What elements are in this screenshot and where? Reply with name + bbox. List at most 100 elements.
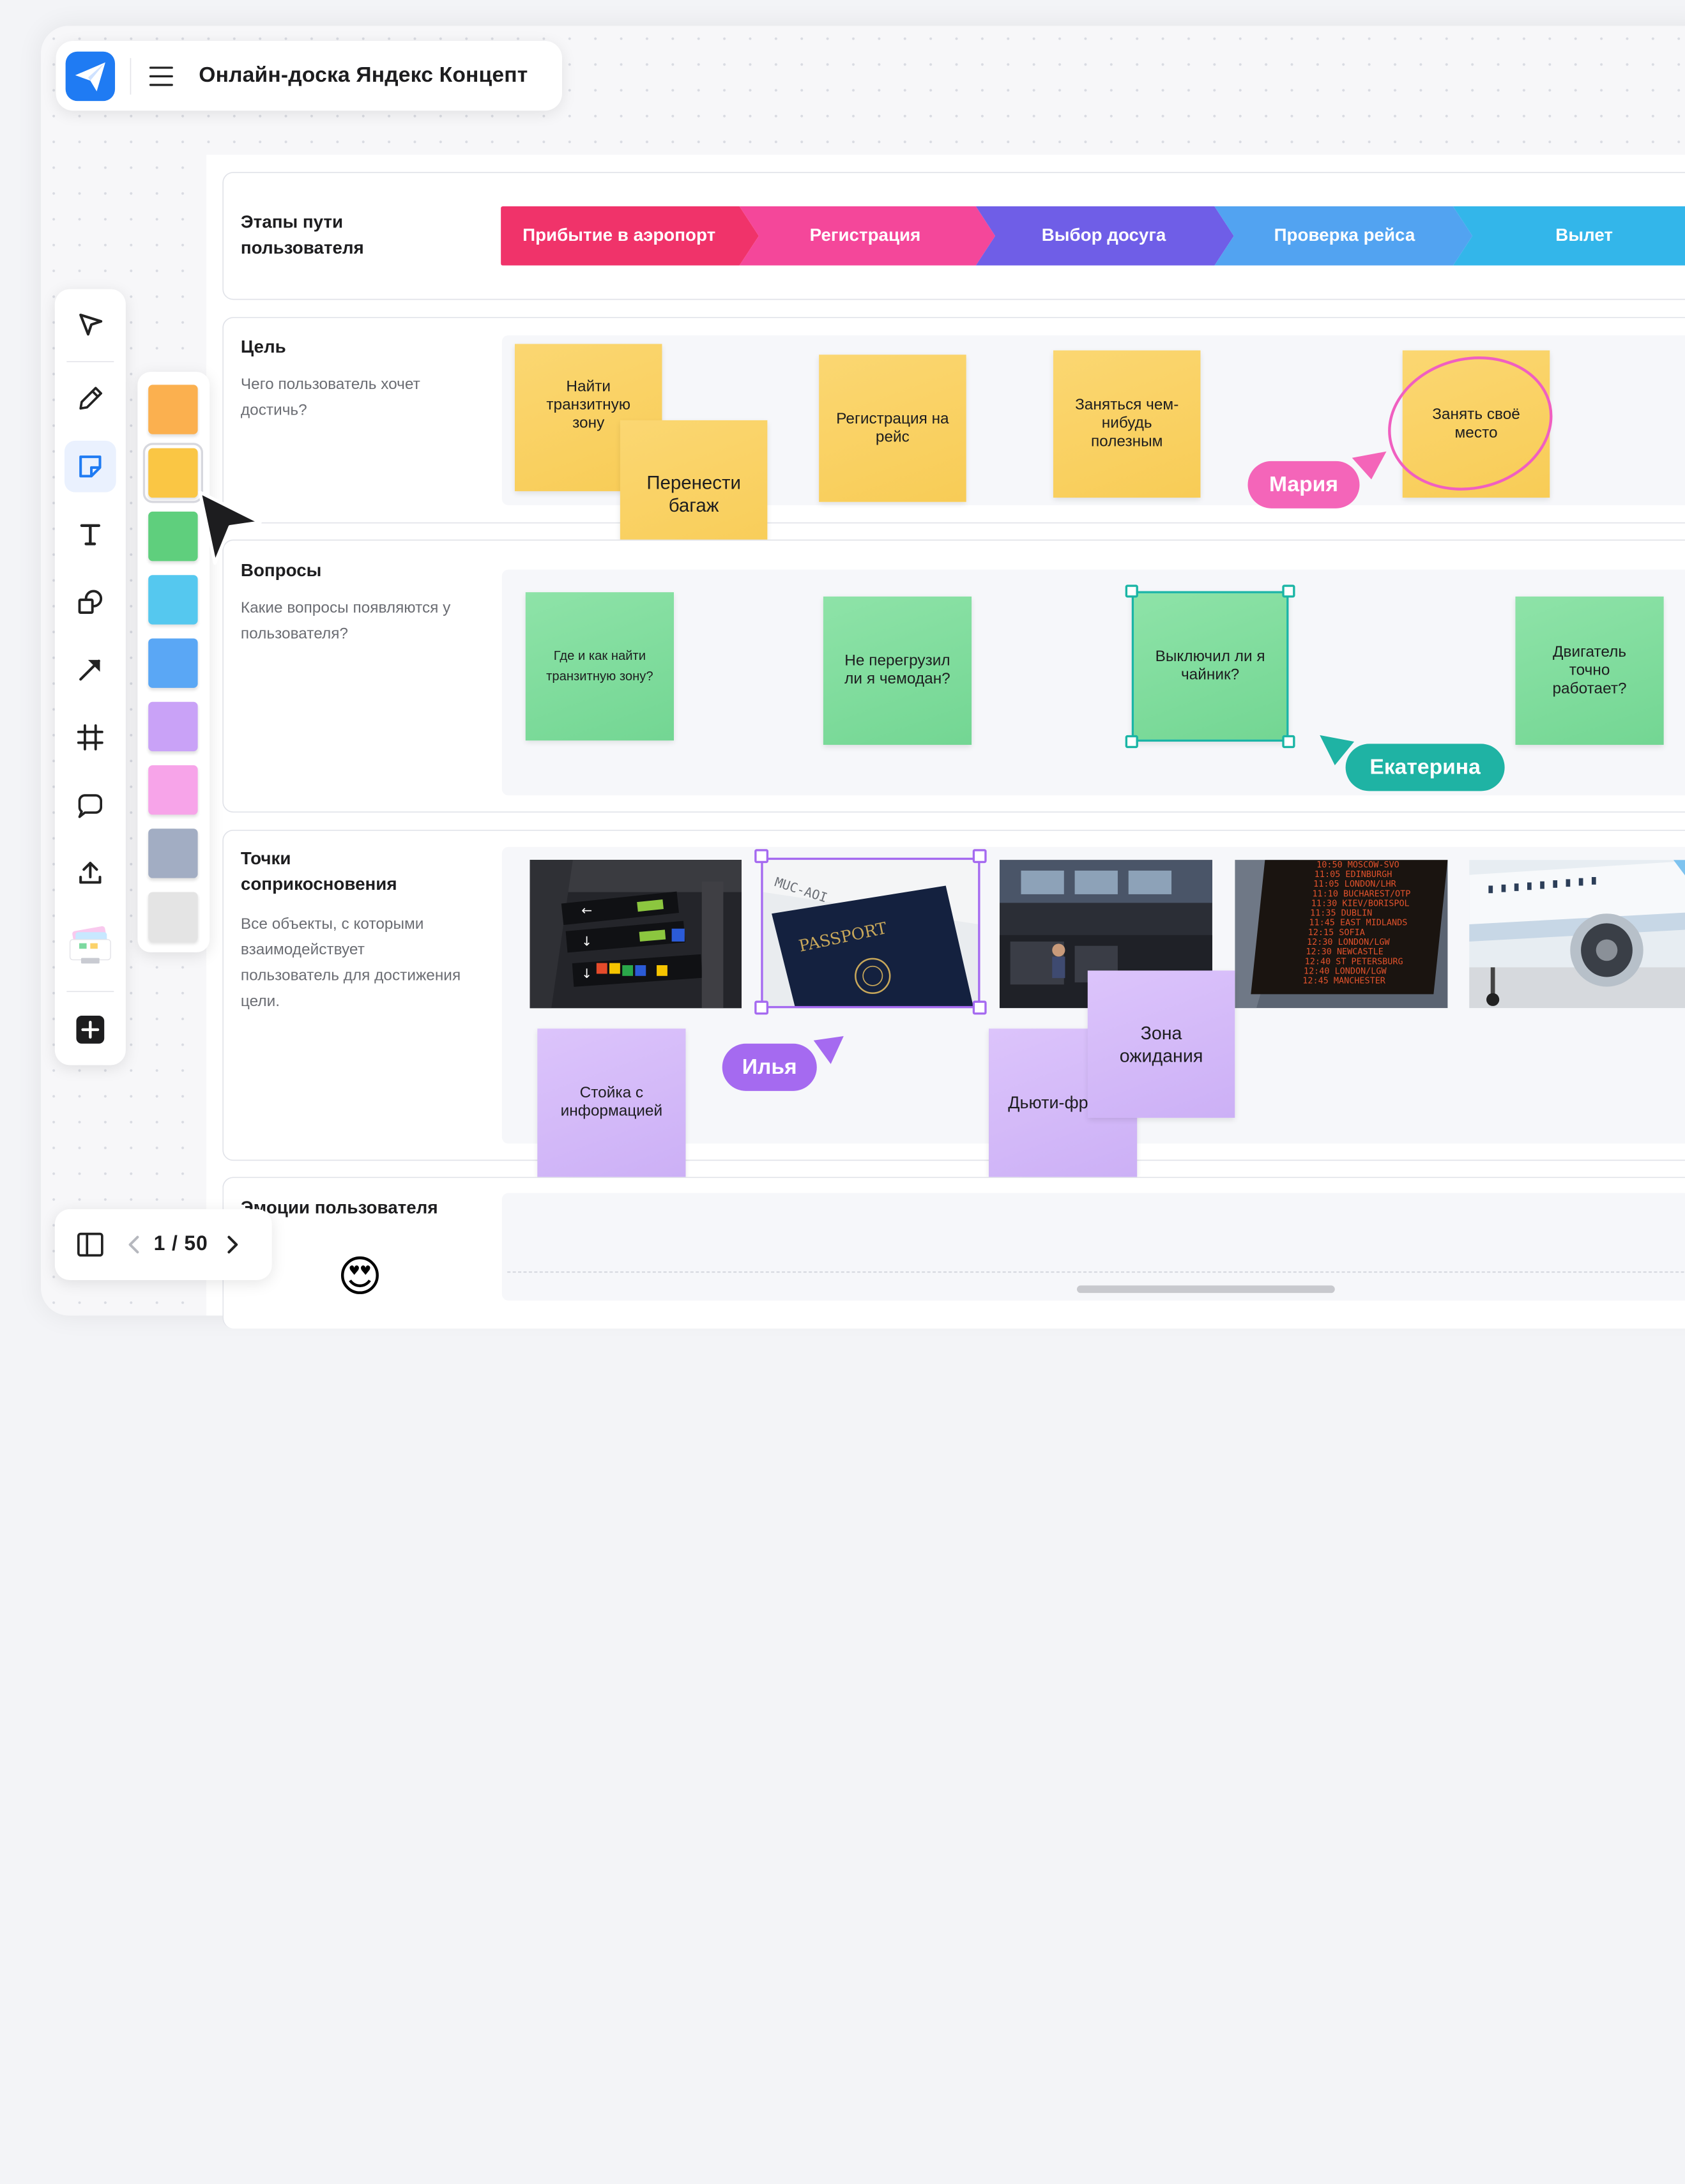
sticky-note[interactable]: Зона ожидания — [1087, 970, 1235, 1118]
stage-flight-check[interactable]: Проверка рейса — [1230, 206, 1460, 266]
templates-tool[interactable] — [65, 915, 116, 979]
sticky-note-tool[interactable] — [64, 440, 116, 493]
prev-page-icon[interactable] — [126, 1234, 143, 1256]
stage-departure[interactable]: Вылет — [1479, 206, 1685, 266]
resize-handle[interactable] — [1125, 584, 1138, 598]
touchpoints-description: Все объекты, с которыми взаимодействует … — [240, 915, 461, 1011]
note-text: Регистрация на рейс — [836, 409, 949, 446]
cursor-arrow-icon — [813, 1036, 844, 1064]
flight-line: 12:15 SOFIA — [1308, 928, 1365, 938]
selection-frame — [761, 857, 980, 1009]
pen-tool[interactable] — [65, 373, 116, 425]
stage-label: Прибытие в аэропорт — [522, 225, 716, 245]
color-swatch-orange[interactable] — [148, 385, 198, 434]
shapes-tool[interactable] — [65, 576, 116, 628]
select-tool[interactable] — [65, 299, 116, 351]
app: Онлайн-доска Яндекс Концепт Этапы пути п… — [0, 0, 1685, 2184]
flight-line: 11:45 EAST MIDLANDS — [1309, 919, 1407, 928]
text-icon — [80, 524, 100, 546]
horizontal-scrollbar[interactable] — [1076, 1285, 1335, 1294]
stage-arrival[interactable]: Прибытие в аэропорт — [503, 206, 735, 266]
sticky-note[interactable]: Не перегрузил ли я чемодан? — [823, 596, 972, 745]
frame-tool[interactable] — [65, 712, 116, 763]
plus-icon — [76, 1016, 105, 1044]
airplane-image — [1469, 860, 1685, 1009]
color-swatch-yellow[interactable] — [142, 443, 204, 503]
note-text: Дьюти-фри — [1008, 1094, 1098, 1112]
stage-leisure[interactable]: Выбор досуга — [989, 206, 1219, 266]
resize-handle[interactable] — [972, 849, 987, 864]
collaborator-tag-ekaterina: Екатерина — [1345, 744, 1505, 791]
pointer-icon — [79, 313, 103, 336]
color-swatch-cyan[interactable] — [148, 575, 198, 625]
svg-text:←: ← — [581, 903, 592, 918]
app-logo[interactable] — [65, 50, 116, 101]
next-page-icon[interactable] — [223, 1234, 240, 1256]
sticky-note-selected[interactable]: Выключил ли я чайник? — [1131, 591, 1289, 742]
logo-icon — [75, 61, 105, 91]
resize-handle[interactable] — [1125, 735, 1138, 749]
resize-handle[interactable] — [972, 1000, 987, 1015]
sticky-note[interactable]: Регистрация на рейс — [819, 355, 966, 502]
flight-line: 10:50 MOSCOW-SVO — [1316, 860, 1399, 870]
color-swatch-gray-blue[interactable] — [148, 829, 198, 878]
airplane-photo[interactable] — [1469, 860, 1685, 1009]
collaborator-tag-ilya: Илья — [722, 1043, 817, 1091]
color-swatch-pink[interactable] — [148, 765, 198, 815]
sticky-note[interactable]: Двигатель точно работает? — [1515, 596, 1664, 745]
color-swatch-purple[interactable] — [148, 701, 198, 752]
upload-tool[interactable] — [65, 847, 116, 899]
flight-line: 11:05 LONDON/LHR — [1313, 880, 1396, 889]
add-tool[interactable] — [65, 1004, 116, 1056]
pencil-icon — [79, 386, 103, 410]
color-swatch-blue[interactable] — [148, 638, 198, 688]
svg-text:↓: ↓ — [581, 966, 592, 981]
resize-handle[interactable] — [754, 849, 769, 864]
note-text: Выключил ли я чайник? — [1155, 648, 1265, 684]
flight-line: 11:05 EDINBURGH — [1315, 870, 1392, 880]
resize-handle[interactable] — [1282, 735, 1295, 749]
upload-icon — [79, 862, 102, 884]
page-navigator: 1 / 50 — [54, 1209, 272, 1280]
resize-handle[interactable] — [1282, 584, 1295, 598]
flight-line: 12:45 MANCHESTER — [1302, 977, 1385, 986]
svg-text:↓: ↓ — [581, 934, 592, 949]
flight-line: 12:40 ST PETERSBURG — [1305, 957, 1403, 966]
departures-board-photo[interactable]: 10:50 MOSCOW-SVO 11:05 EDINBURGH 11:05 L… — [1235, 860, 1448, 1009]
color-swatch-light-gray[interactable] — [148, 892, 198, 942]
stage-label: Регистрация — [809, 225, 921, 245]
sticky-note[interactable]: Где и как найти транзитную зону? — [525, 592, 674, 741]
highlight-circle — [1388, 356, 1553, 491]
airport-signs-photo[interactable]: ← ↓ ↓ — [530, 860, 742, 1009]
toolbar-separator — [66, 361, 114, 363]
shapes-icon — [78, 590, 103, 615]
hamburger-menu-icon[interactable] — [149, 66, 173, 86]
stage-label: Вылет — [1555, 225, 1613, 245]
arrow-icon — [79, 659, 100, 681]
emoji-love-face[interactable]: 😍 — [337, 1251, 382, 1303]
resize-handle[interactable] — [754, 1000, 769, 1015]
text-tool[interactable] — [65, 508, 116, 560]
stage-registration[interactable]: Регистрация — [752, 206, 978, 266]
color-swatch-green[interactable] — [148, 511, 198, 561]
emotions-lane — [501, 1193, 1685, 1301]
sticky-note[interactable]: Стойка с информацией — [537, 1028, 686, 1177]
sidebar-toggle-icon[interactable] — [76, 1231, 104, 1259]
airport-signs-image: ← ↓ ↓ — [530, 860, 742, 1009]
note-text: Зона ожидания — [1119, 1022, 1203, 1066]
comment-tool[interactable] — [65, 779, 116, 831]
arrow-tool[interactable] — [65, 644, 116, 696]
emotions-baseline — [507, 1271, 1685, 1273]
app-title: Онлайн-доска Яндекс Концепт — [199, 63, 528, 88]
flight-line: 12:30 NEWCASTLE — [1306, 947, 1384, 957]
sticky-note[interactable]: Заняться чем-нибудь полезным — [1053, 350, 1201, 498]
note-text: Не перегрузил ли я чемодан? — [844, 652, 950, 688]
sticky-note-icon — [79, 455, 102, 478]
frame-icon — [77, 724, 103, 751]
touchpoints-title: Точки соприкосновения — [240, 849, 397, 894]
sticky-color-palette — [137, 372, 210, 952]
flight-line: 11:30 KIEV/BORISPOL — [1311, 899, 1410, 908]
collaborator-tag-maria: Мария — [1247, 461, 1360, 508]
stage-label: Проверка рейса — [1274, 225, 1415, 245]
flight-line: 11:35 DUBLIN — [1310, 909, 1372, 919]
